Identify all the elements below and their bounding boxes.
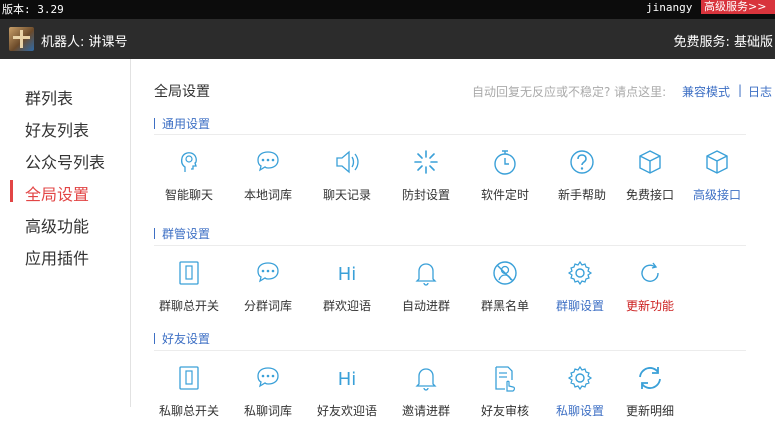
tile-label: 本地词库 <box>243 188 292 202</box>
tile-invite-join[interactable]: 邀请进群 <box>387 364 465 424</box>
tile-private-lexicon[interactable]: 私聊词库 <box>229 364 307 424</box>
tile-label: 群欢迎语 <box>322 299 371 313</box>
tile-label: 私聊设置 <box>555 404 604 418</box>
section-general-title: 通用设置 <box>154 115 210 132</box>
chat-bubble-icon <box>257 151 279 172</box>
sidebar-item-advanced[interactable]: 高级功能 <box>25 213 89 237</box>
page-title: 全局设置 <box>154 84 210 100</box>
active-indicator <box>10 180 13 202</box>
log-link[interactable]: 日志 <box>748 83 772 100</box>
tile-label: 好友欢迎语 <box>316 404 377 418</box>
main-panel: 全局设置 自动回复无反应或不稳定? 请点这里: 兼容模式 | 日志 通用设置 智… <box>132 59 775 418</box>
svg-text:Hi: Hi <box>338 264 357 285</box>
sidebar-item-groups[interactable]: 群列表 <box>25 85 73 109</box>
gear-icon <box>567 260 593 286</box>
sidebar-item-global-settings[interactable]: 全局设置 <box>25 181 89 205</box>
section-divider <box>154 245 746 246</box>
tile-anti-ban[interactable]: 防封设置 <box>387 148 465 208</box>
tile-label: 高级接口 <box>692 188 741 202</box>
robot-name: 机器人: 讲课号 <box>41 35 128 50</box>
hi-icon: Hi <box>338 264 357 285</box>
sidebar-item-official-accounts[interactable]: 公众号列表 <box>25 149 105 173</box>
section-group-title: 群管设置 <box>154 225 210 242</box>
switch-icon <box>179 261 199 285</box>
tile-label: 群黑名单 <box>480 299 529 313</box>
robot-avatar <box>9 27 34 51</box>
bell-icon <box>415 263 437 286</box>
tile-private-settings[interactable]: 私聊设置 <box>541 364 619 424</box>
service-level: 免费服务: 基础版 <box>673 35 773 50</box>
tile-label: 群聊设置 <box>555 299 604 313</box>
tile-group-lexicon[interactable]: 分群词库 <box>229 259 307 319</box>
hi-icon: Hi <box>338 369 357 390</box>
tile-group-blacklist[interactable]: 群黑名单 <box>466 259 544 319</box>
help-hint: 自动回复无反应或不稳定? 请点这里: <box>472 85 667 99</box>
section-divider <box>154 134 746 135</box>
speaker-icon <box>336 150 359 174</box>
username-label: jinangy <box>646 1 693 14</box>
tile-label: 私聊词库 <box>243 404 292 418</box>
tile-friend-welcome[interactable]: Hi 好友欢迎语 <box>308 364 386 424</box>
document-hand-icon <box>495 366 516 392</box>
tile-label: 分群词库 <box>243 299 292 313</box>
tile-group-welcome[interactable]: Hi 群欢迎语 <box>308 259 386 319</box>
gear-icon <box>567 365 593 391</box>
tile-chat-history[interactable]: 聊天记录 <box>308 148 386 208</box>
premium-service-button[interactable]: 高级服务>> <box>701 0 775 14</box>
tile-smart-chat[interactable]: 智能聊天 <box>150 148 228 208</box>
bell-icon <box>415 368 437 391</box>
tile-label: 群聊总开关 <box>158 299 219 313</box>
tile-update-details[interactable]: 更新明细 <box>611 364 689 424</box>
tile-label: 邀请进群 <box>401 404 450 418</box>
tile-help[interactable]: 新手帮助 <box>543 148 621 208</box>
question-icon <box>570 150 594 174</box>
brain-head-icon <box>180 152 197 172</box>
svg-text:Hi: Hi <box>338 369 357 390</box>
tile-private-master-switch[interactable]: 私聊总开关 <box>150 364 228 424</box>
robot-header: 机器人: 讲课号 免费服务: 基础版 <box>0 19 775 59</box>
tile-scheduler[interactable]: 软件定时 <box>466 148 544 208</box>
tile-label: 自动进群 <box>401 299 450 313</box>
cube-icon <box>706 150 728 174</box>
tile-update[interactable]: 更新功能 <box>611 259 689 319</box>
loading-spinner-icon <box>414 150 438 174</box>
section-friend-title: 好友设置 <box>154 330 210 347</box>
tile-label: 智能聊天 <box>164 188 213 202</box>
chat-bubble-icon <box>257 367 279 388</box>
tile-label: 私聊总开关 <box>158 404 219 418</box>
version-label: 版本: 3.29 <box>2 3 64 16</box>
tile-label: 新手帮助 <box>557 188 606 202</box>
sidebar: 群列表 好友列表 公众号列表 全局设置 高级功能 应用插件 <box>0 59 131 407</box>
tile-group-settings[interactable]: 群聊设置 <box>541 259 619 319</box>
tile-group-master-switch[interactable]: 群聊总开关 <box>150 259 228 319</box>
tile-label: 防封设置 <box>401 188 450 202</box>
tile-label: 好友审核 <box>480 404 529 418</box>
section-divider <box>154 350 746 351</box>
tile-label: 更新功能 <box>625 299 674 313</box>
switch-icon <box>179 366 199 390</box>
tile-premium-api[interactable]: 高级接口 <box>678 148 756 208</box>
sync-icon <box>639 367 661 389</box>
top-bar: 版本: 3.29 jinangy 高级服务>> <box>0 0 775 19</box>
tile-label: 软件定时 <box>480 188 529 202</box>
tile-label: 聊天记录 <box>322 188 371 202</box>
stopwatch-icon <box>494 150 516 175</box>
chat-bubble-icon <box>257 262 279 283</box>
link-separator: | <box>738 83 743 97</box>
tile-auto-join[interactable]: 自动进群 <box>387 259 465 319</box>
cube-icon <box>639 150 661 174</box>
refresh-icon <box>641 262 659 282</box>
tile-label: 更新明细 <box>625 404 674 418</box>
sidebar-item-friends[interactable]: 好友列表 <box>25 117 89 141</box>
block-user-icon <box>493 261 517 285</box>
sidebar-item-plugins[interactable]: 应用插件 <box>25 245 89 269</box>
tile-local-lexicon[interactable]: 本地词库 <box>229 148 307 208</box>
compat-mode-link[interactable]: 兼容模式 <box>682 83 730 100</box>
tile-friend-review[interactable]: 好友审核 <box>466 364 544 424</box>
